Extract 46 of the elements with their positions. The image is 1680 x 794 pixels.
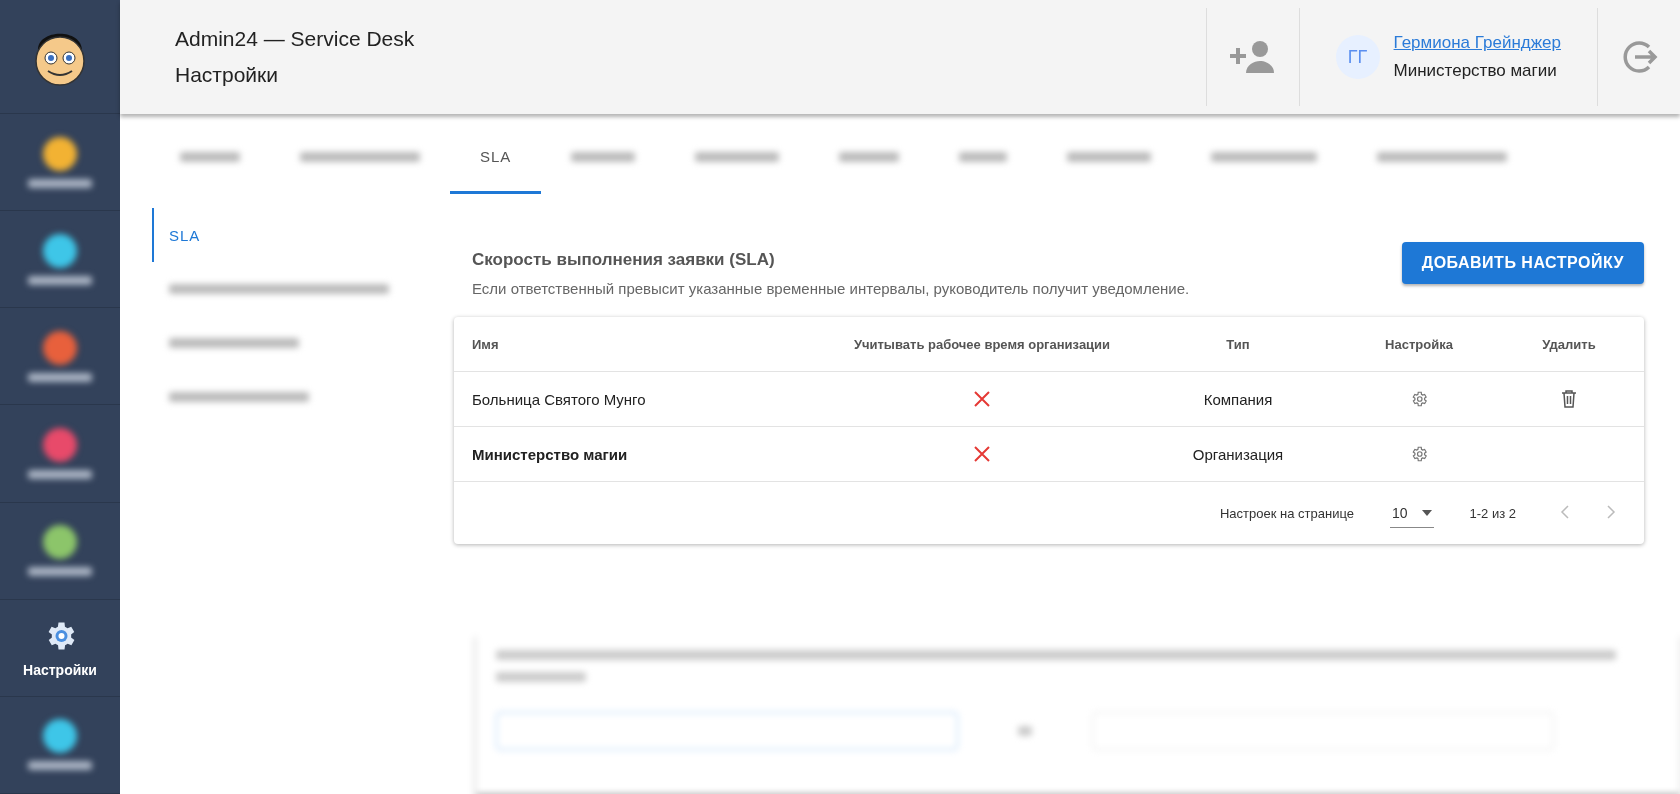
trash-icon[interactable] — [1561, 390, 1577, 408]
page-range: 1-2 из 2 — [1469, 505, 1516, 521]
blurred-text-placeholder — [28, 275, 92, 285]
blurred-text-placeholder — [959, 151, 1008, 162]
column-header: Удалить — [1541, 336, 1597, 352]
blurred-icon — [43, 233, 77, 268]
settings-tab[interactable]: SLA — [450, 122, 542, 194]
settings-icon[interactable] — [1410, 445, 1428, 463]
blurred-icon — [43, 719, 77, 754]
sidebar-label: Настройки — [23, 661, 97, 678]
table-cell-text: Министерство магии — [472, 445, 629, 463]
table-cell-text: Организация — [1191, 445, 1285, 463]
rows-per-page-select[interactable]: 10 — [1389, 498, 1434, 528]
blurred-text-placeholder — [28, 567, 92, 577]
blurred-text-placeholder — [28, 178, 92, 188]
column-header: Настройка — [1384, 336, 1454, 352]
column-header: Тип — [1225, 336, 1251, 352]
settings-icon[interactable] — [1410, 390, 1428, 408]
blurred-icon — [43, 136, 77, 171]
column-header: Учитывать рабочее время организации — [852, 336, 1112, 352]
table-cell-text: Компания — [1202, 390, 1274, 408]
blurred-text-placeholder — [28, 761, 92, 771]
blurred-icon — [43, 525, 77, 560]
blurred-icon — [43, 330, 77, 365]
table-cell-text: Больница Святого Мунго — [472, 390, 647, 408]
app-title: Admin24 — Service Desk — [175, 27, 416, 51]
caret-icon — [1421, 509, 1432, 516]
page-title: Настройки — [175, 63, 279, 87]
column-header: Имя — [472, 336, 500, 352]
user-name-link[interactable]: Гермиона Грейнджер — [1393, 33, 1561, 53]
user-organization: Министерство магии — [1393, 61, 1558, 81]
rows-per-page-label: Настроек на странице — [1220, 505, 1354, 521]
blurred-text-placeholder — [180, 151, 240, 162]
chevron-left-icon — [1560, 503, 1570, 520]
user-avatar: ГГ — [1335, 35, 1380, 79]
sidebar-item[interactable]: Настройки — [0, 599, 120, 697]
section-title: Скорость выполнения заявки (SLA) — [472, 250, 776, 270]
blurred-icon — [43, 428, 77, 462]
blurred-text-placeholder — [839, 151, 900, 162]
blurred-text-placeholder — [28, 470, 92, 479]
blurred-text-placeholder — [28, 372, 92, 382]
chevron-right-icon — [1606, 503, 1616, 520]
subnav-item[interactable]: SLA — [152, 208, 432, 262]
section-description: Если ответственный превысит указанные временные интервалы, руководитель получит уведомление. — [472, 280, 1190, 297]
add-setting-button[interactable]: ДОБАВИТЬ НАСТРОЙКУ — [1401, 242, 1644, 284]
blurred-text-placeholder — [571, 151, 636, 162]
